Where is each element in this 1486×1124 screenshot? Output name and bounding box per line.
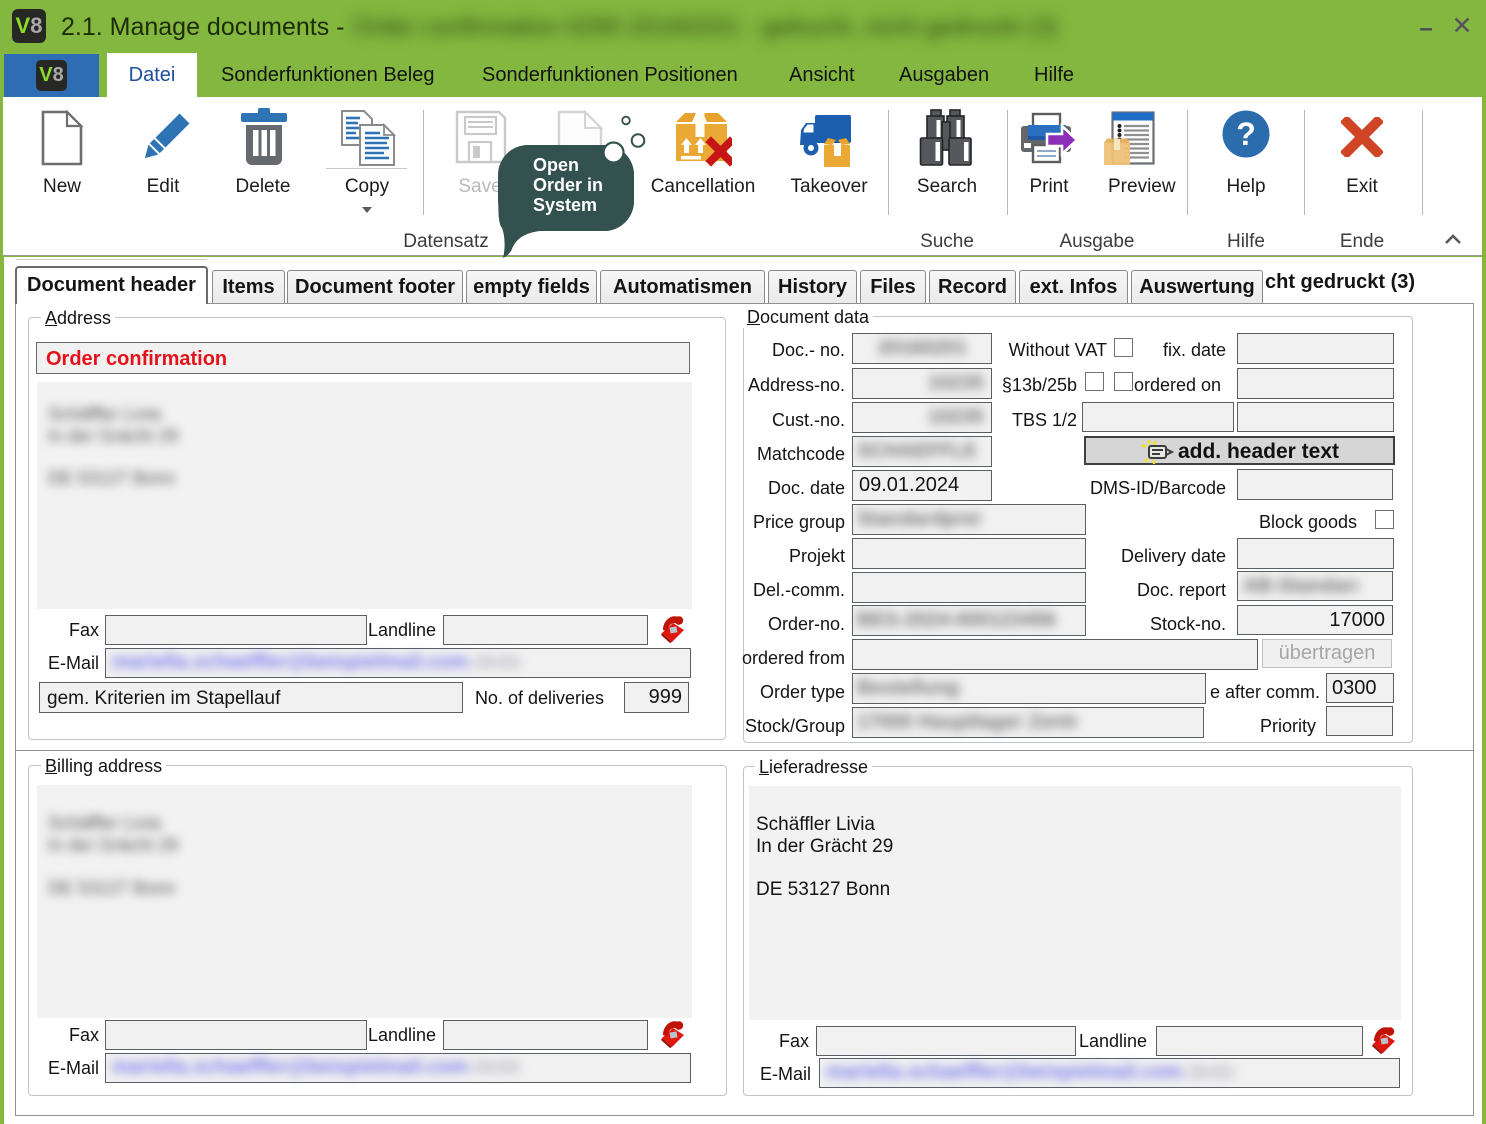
svg-text:?: ? (1236, 116, 1256, 152)
